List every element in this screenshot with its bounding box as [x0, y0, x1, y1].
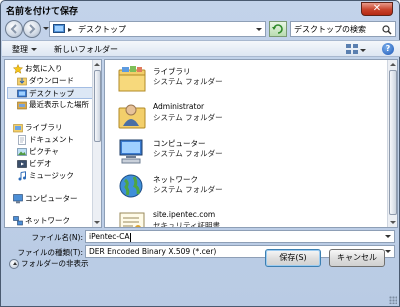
- star-icon: [13, 64, 23, 74]
- navigation-scrollbar[interactable]: [92, 60, 101, 227]
- navigation-pane: お気に入り ダウンロード デスクトップ 最近表示した場所 ライブラリ ドキュメン…: [4, 59, 102, 228]
- file-type: システム フォルダー: [153, 185, 223, 194]
- close-button[interactable]: ✕: [361, 2, 393, 16]
- filename-dropdown-icon[interactable]: [382, 232, 393, 241]
- organize-label: 整理: [12, 45, 28, 54]
- pictures-icon: [17, 148, 27, 156]
- videos-icon: [17, 160, 27, 168]
- list-item[interactable]: site.ipentec.com セキュリティ証明書: [113, 206, 383, 228]
- save-button[interactable]: 保存(S): [265, 249, 321, 267]
- forward-arrow-icon: [29, 24, 36, 34]
- list-item[interactable]: Administrator システム フォルダー: [113, 98, 383, 134]
- file-type: システム フォルダー: [153, 149, 223, 158]
- sidebar-item-pictures[interactable]: ピクチャ: [5, 146, 93, 158]
- network-globe-icon: [119, 174, 143, 198]
- search-icon: [382, 25, 392, 35]
- scroll-up-icon[interactable]: [94, 63, 100, 66]
- organize-button[interactable]: 整理: [12, 44, 37, 55]
- file-name: Administrator: [153, 102, 205, 111]
- file-name: site.ipentec.com: [153, 210, 216, 219]
- text-cursor: [130, 232, 132, 242]
- search-input[interactable]: デスクトップの検索: [290, 21, 396, 37]
- filename-field[interactable]: iPentec-CA: [85, 230, 395, 243]
- address-location[interactable]: デスクトップ: [78, 24, 126, 35]
- scrollbar-thumb[interactable]: [389, 70, 397, 215]
- address-dropdown-icon[interactable]: [256, 28, 262, 31]
- sidebar-item-favorites[interactable]: お気に入り: [5, 63, 93, 75]
- sidebar-item-label: 最近表示した場所: [29, 100, 89, 109]
- command-toolbar: 整理 新しいフォルダー ?: [2, 40, 400, 57]
- file-type: セキュリティ証明書: [153, 221, 221, 228]
- desktop-icon: [17, 89, 27, 98]
- save-as-dialog: 名前を付けて保存 ✕ ▸ デスクトップ デスクトップの検索 整理 新しいフォルダ…: [0, 0, 400, 307]
- file-list: ライブラリ システム フォルダー Administrator システム フォルダ…: [104, 59, 398, 228]
- computer-icon: [119, 139, 143, 164]
- sidebar-item-label: ライブラリ: [25, 123, 63, 132]
- hide-folders-button[interactable]: フォルダーの非表示: [9, 257, 89, 271]
- library-icon: [13, 124, 23, 133]
- resize-grip[interactable]: [389, 296, 397, 304]
- scroll-down-icon[interactable]: [94, 221, 100, 224]
- sidebar-item-downloads[interactable]: ダウンロード: [5, 75, 93, 87]
- chevron-down-icon: [31, 48, 37, 51]
- refresh-icon: [272, 24, 283, 34]
- sidebar-item-computer[interactable]: コンピューター: [5, 193, 93, 205]
- sidebar-item-network[interactable]: ネットワーク: [5, 215, 93, 227]
- address-bar[interactable]: ▸ デスクトップ: [49, 21, 266, 37]
- filename-value: iPentec-CA: [89, 232, 130, 241]
- scrollbar-thumb[interactable]: [94, 70, 101, 142]
- music-icon: [18, 171, 26, 181]
- list-item[interactable]: ライブラリ システム フォルダー: [113, 62, 383, 98]
- certificate-icon: [119, 212, 145, 227]
- filename-label: ファイル名(N):: [31, 233, 84, 242]
- sidebar-item-label: ネットワーク: [25, 216, 70, 225]
- sidebar-item-videos[interactable]: ビデオ: [5, 158, 93, 170]
- address-separator[interactable]: ▸: [68, 25, 72, 34]
- computer-icon: [13, 194, 23, 204]
- sidebar-item-music[interactable]: ミュージック: [5, 170, 93, 182]
- new-folder-button[interactable]: 新しいフォルダー: [54, 44, 118, 55]
- sidebar-item-libraries[interactable]: ライブラリ: [5, 122, 93, 134]
- title-bar[interactable]: 名前を付けて保存 ✕: [1, 1, 399, 19]
- sidebar-item-label: ミュージック: [29, 171, 74, 180]
- file-type: システム フォルダー: [153, 77, 223, 86]
- back-button[interactable]: [5, 20, 23, 38]
- list-item[interactable]: コンピューター システム フォルダー: [113, 134, 383, 170]
- sidebar-item-label: ドキュメント: [29, 135, 74, 144]
- library-folder-icon: [118, 66, 146, 92]
- recent-places-icon: [17, 101, 27, 110]
- list-item[interactable]: ネットワーク システム フォルダー: [113, 170, 383, 206]
- file-type: システム フォルダー: [153, 113, 223, 122]
- back-arrow-icon: [10, 24, 17, 34]
- filetype-value: DER Encoded Binary X.509 (*.cer): [89, 247, 217, 256]
- help-button[interactable]: ?: [382, 43, 394, 55]
- dialog-title: 名前を付けて保存: [6, 7, 79, 17]
- documents-icon: [18, 135, 26, 145]
- sidebar-item-recent-places[interactable]: 最近表示した場所: [5, 99, 93, 111]
- cancel-button[interactable]: キャンセル: [329, 249, 385, 267]
- sidebar-item-desktop[interactable]: デスクトップ: [7, 87, 93, 99]
- sidebar-item-label: ダウンロード: [29, 76, 74, 85]
- search-placeholder: デスクトップの検索: [294, 25, 366, 34]
- sidebar-item-label: ピクチャ: [29, 147, 59, 156]
- forward-button[interactable]: [23, 20, 41, 38]
- refresh-button[interactable]: [269, 21, 287, 37]
- sidebar-item-label: コンピューター: [25, 194, 78, 203]
- scroll-down-icon[interactable]: [390, 221, 396, 224]
- desktop-icon: [53, 24, 65, 33]
- sidebar-item-documents[interactable]: ドキュメント: [5, 134, 93, 146]
- view-dropdown-icon[interactable]: [360, 49, 366, 52]
- sidebar-item-label: ビデオ: [29, 159, 52, 168]
- hide-folders-label: フォルダーの非表示: [21, 259, 89, 268]
- scroll-up-icon[interactable]: [390, 63, 396, 66]
- view-options-icon[interactable]: [346, 44, 358, 54]
- user-folder-icon: [118, 104, 146, 129]
- download-folder-icon: [17, 77, 27, 86]
- file-list-scrollbar[interactable]: [387, 60, 397, 227]
- collapse-up-icon: [9, 259, 19, 269]
- sidebar-item-label: お気に入り: [25, 64, 63, 73]
- network-icon: [13, 216, 23, 226]
